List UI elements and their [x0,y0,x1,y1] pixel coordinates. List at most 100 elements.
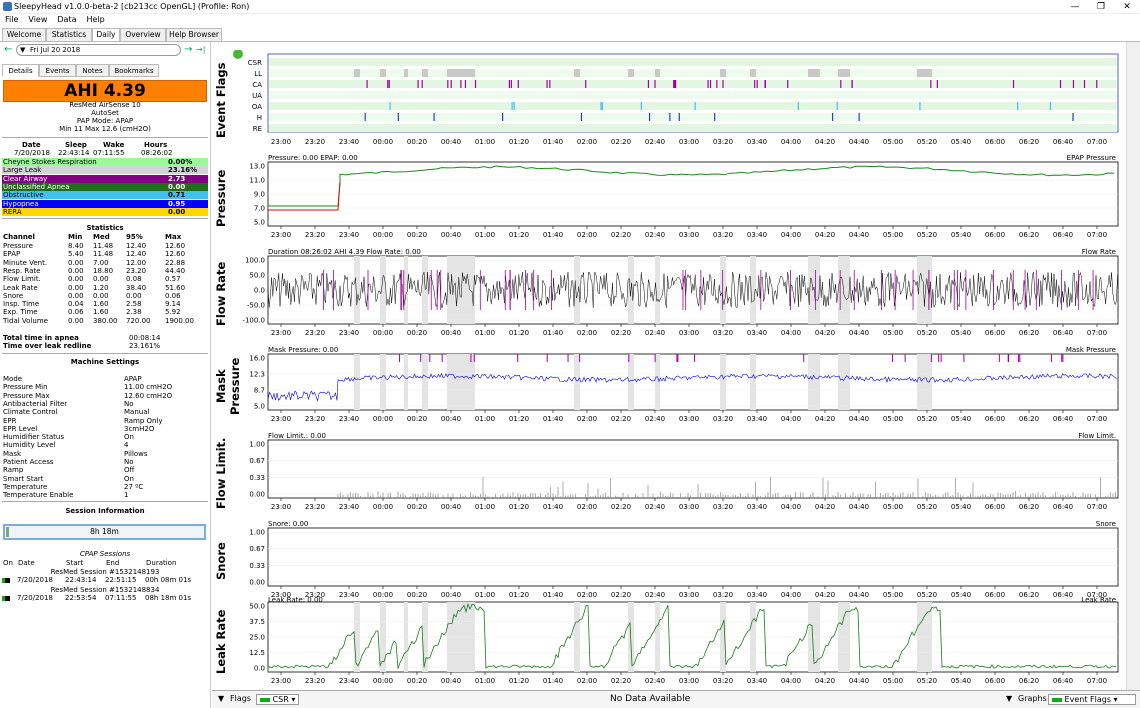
y-tick-label: 7.0 [254,205,265,213]
event-row[interactable]: Cheyne Stokes Respiration 0.00% [2,158,208,166]
tab-help-browser[interactable]: Help Browser [166,28,222,41]
tab-welcome[interactable]: Welcome [2,28,46,41]
x-tick-label: 00:40 [441,138,461,146]
x-tick-label: 06:40 [1053,138,1073,146]
statistics-cell: 1900.00 [165,316,194,325]
event-flags-plot: CSR LL CA UA OA H RE 23:00 23:20 23:40 00:00 00:20 0… [233,50,1119,146]
event-row[interactable]: Large Leak 23.16% [2,166,208,175]
statistics-row: Tidal Volume 0.00 380.00 720.00 1900.00 [2,317,208,325]
session-end: 22:51:15 [105,576,137,584]
leak-graph[interactable]: Leak Rate Leak Rate: 0.00 Leak Rate 50.0 37.… [214,594,1140,690]
last-day-icon[interactable]: →| [196,45,205,55]
subtab-events[interactable]: Events [39,64,76,77]
subtab-notes[interactable]: Notes [76,64,109,77]
x-tick-label: 23:20 [305,231,325,239]
x-tick-label: 23:20 [305,677,325,685]
menu-help[interactable]: Help [81,14,109,25]
session-toggle[interactable] [2,578,10,583]
x-tick-label: 03:20 [713,415,733,423]
csr-selector[interactable]: CSR ▾ [256,694,300,705]
statistics-row: EPAP 5.40 11.48 12.40 12.60 [2,250,208,258]
statistics-cell: 44.40 [165,266,186,275]
pressure-graph[interactable]: Pressure Pressure: 0.00 EPAP: 0.00 EPAP Pr… [214,152,1140,244]
x-tick-label: 06:20 [1019,329,1039,337]
y-tick-label: 0.00 [249,491,265,499]
session-start: 22:53:54 [65,594,97,602]
tab-statistics[interactable]: Statistics [46,28,92,41]
flag-row-label: OA [252,103,262,111]
menu-data[interactable]: Data [52,14,81,25]
large-leak-zone [655,354,660,410]
session-timeline[interactable]: 8h 18m [3,524,206,540]
setting-value: APAP [124,375,142,383]
flowlim-graph[interactable]: Flow Limit. Flow Limit.: 0.00 Flow Limit. 1… [214,430,1140,516]
event-value: 0.00 [168,207,186,216]
tabs-divider [0,41,1140,42]
x-tick-label: 00:20 [407,231,427,239]
x-tick-label: 01:00 [475,415,495,423]
x-tick-label: 04:40 [849,503,869,511]
x-tick-label: 01:40 [543,138,563,146]
snore-graph[interactable]: Snore Snore: 0.00 Snore 1.00 0.67 0.33 0.00 23:… [214,518,1140,604]
setting-value: 3cmH2O [124,424,155,433]
event-row[interactable]: Hypopnea 0.95 [2,199,208,208]
event-row[interactable]: Unclassified Apnea 0.00 [2,182,208,191]
prev-day-icon[interactable]: ← [4,45,12,55]
summary-header-cell: Hours [144,141,168,149]
event-row[interactable]: Obstructive 0.71 [2,191,208,200]
date-picker[interactable]: ▼ Fri Jul 20 2018 [16,44,181,56]
flags-dropdown-icon[interactable]: ▼ [218,694,224,703]
statistics-header: Channel Min Med 95% Max [2,233,208,241]
tab-daily[interactable]: Daily [92,28,120,41]
x-tick-label: 03:00 [679,329,699,337]
x-tick-label: 23:00 [271,138,291,146]
next-day-icon[interactable]: → [184,45,192,55]
menu-view[interactable]: View [23,14,52,25]
maximize-button[interactable]: ❐ [1088,0,1114,14]
setting-label: Pressure Min [3,383,48,392]
session-row[interactable]: 7/20/2018 22:43:14 22:51:15 00h 08m 01s [2,576,208,584]
minimize-button[interactable]: — [1062,0,1088,14]
menu-file[interactable]: File [0,14,23,25]
large-leak-flag [655,69,660,77]
graphs-dropdown-icon[interactable]: ▼ [1006,694,1012,703]
event-row[interactable]: RERA 0.00 [2,207,208,216]
x-tick-label: 01:20 [509,415,529,423]
close-button[interactable]: ✕ [1114,0,1140,14]
flow-graph[interactable]: Flow Rate Duration 08:26:02 AHI 4.39 Flow… [214,246,1140,342]
large-leak-flag [838,69,850,77]
flag-band [269,124,1117,132]
graph-scrollbar[interactable] [1126,42,1140,690]
flag-row-label: RE [253,125,262,133]
flag-band [269,102,1117,110]
event-flags-selector[interactable]: Event Flags ▾ [1048,694,1136,705]
cpap-sessions-title: CPAP Sessions [79,550,131,558]
x-tick-label: 02:20 [611,138,631,146]
x-tick-label: 03:00 [679,415,699,423]
x-tick-label: 05:20 [917,329,937,337]
statistics-cell: Snore [3,291,24,300]
subtab-details[interactable]: Details [2,64,39,77]
session-row[interactable]: 7/20/2018 22:53:54 07:11:55 08h 18m 01s [2,594,208,602]
session-marker [6,527,9,537]
y-tick-label: 8.7 [254,387,265,395]
flag-band [269,69,1117,77]
event-row[interactable]: Clear Airway 2.73 [2,174,208,183]
session-header-cell: Start [66,559,84,567]
statistics-cell: 12.40 [126,242,147,250]
session-toggle[interactable] [2,596,10,601]
mask-graph[interactable]: Mask Pressure Mask Pressure: 0.00 Mask Pre… [214,344,1140,428]
y-tick-label: 9.0 [254,191,265,199]
event-flags-graph[interactable]: Event Flags CSR LL CA UA OA H RE 23:00 23:20 23:40… [214,50,1140,150]
large-leak-flag [354,69,360,77]
x-tick-label: 01:20 [509,138,529,146]
large-leak-zone [380,354,386,410]
large-leak-zone [917,354,932,410]
x-tick-label: 23:40 [339,503,359,511]
x-tick-label: 05:00 [883,329,903,337]
tab-overview[interactable]: Overview [120,28,166,41]
subtab-bookmarks[interactable]: Bookmarks [109,64,159,77]
panel-splitter[interactable] [210,42,211,708]
statistics-cell: Resp. Rate [3,266,41,275]
setting-value: On [124,474,134,483]
